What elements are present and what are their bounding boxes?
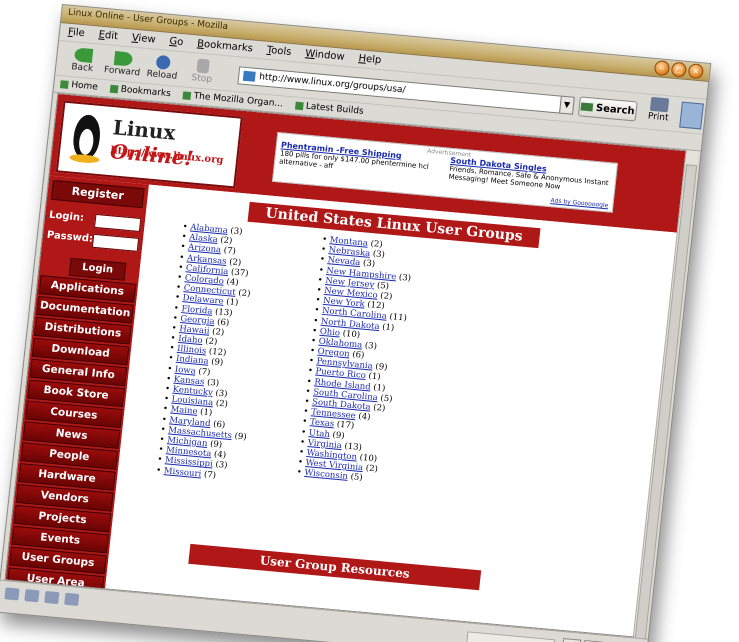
login-button[interactable]: Login [68, 257, 127, 281]
search-label: Search [595, 102, 636, 117]
ads-by-link[interactable]: Ads by Goooooogle [550, 197, 608, 209]
menu-view[interactable]: View [131, 33, 156, 46]
state-link[interactable]: Wisconsin [304, 468, 348, 482]
menu-window[interactable]: Window [305, 48, 345, 63]
status-indicators [561, 638, 624, 642]
state-group-count: (2) [237, 288, 251, 300]
login-label: Login: [48, 209, 85, 224]
state-group-count: (5) [349, 472, 364, 484]
state-group-count: (4) [357, 411, 371, 423]
minimize-button[interactable]: – [653, 60, 671, 77]
bookmarks-icon [109, 84, 119, 94]
ad-1[interactable]: Phentramin -Free Shipping 180 pills for … [279, 140, 441, 179]
menu-file[interactable]: File [67, 27, 85, 39]
print-label: Print [647, 111, 669, 124]
state-group-count: (2) [365, 463, 379, 475]
back-arrow-icon [73, 46, 94, 63]
search-icon [580, 102, 594, 112]
link-icon [182, 91, 192, 101]
resources-heading: User Group Resources [188, 543, 482, 591]
reload-icon [155, 54, 172, 70]
printer-icon [649, 96, 670, 113]
menu-tools[interactable]: Tools [266, 45, 292, 58]
screenshot-stage: Linux Online - User Groups - Mozilla – □… [0, 0, 739, 642]
stop-icon [196, 58, 210, 74]
url-text: http://www.linux.org/groups/usa/ [258, 72, 407, 96]
bookmark-bookmarks-label: Bookmarks [120, 84, 172, 100]
state-group-count: (3) [398, 272, 412, 284]
navigator-icon[interactable] [4, 587, 20, 601]
register-button[interactable]: Register [50, 179, 145, 209]
composer-icon[interactable] [44, 590, 60, 605]
back-label: Back [70, 61, 94, 74]
menu-go[interactable]: Go [169, 36, 184, 48]
forward-button[interactable]: Forward [102, 50, 145, 78]
login-input[interactable] [94, 213, 142, 232]
state-group-count: (7) [203, 469, 217, 481]
ad-2[interactable]: South Dakota Singles Friends, Romance. S… [448, 156, 610, 195]
progress-bar [466, 631, 556, 642]
reload-button[interactable]: Reload [141, 53, 184, 81]
link-icon [294, 101, 304, 111]
state-group-count: (2) [215, 398, 229, 410]
online-status-icon[interactable] [561, 638, 582, 642]
reload-label: Reload [146, 68, 178, 82]
component-bar [4, 587, 80, 606]
state-group-count: (3) [364, 340, 378, 352]
bookmark-bookmarks[interactable]: Bookmarks [109, 84, 171, 99]
tux-penguin-icon [67, 109, 106, 165]
state-group-count: (2) [372, 402, 386, 414]
back-button[interactable]: Back [62, 46, 105, 74]
bookmark-home[interactable]: Home [59, 79, 99, 93]
state-group-count: (1) [381, 321, 395, 333]
home-icon [59, 80, 69, 89]
passwd-label: Passwd: [46, 229, 94, 245]
url-history-dropdown[interactable]: ▼ [559, 95, 575, 115]
search-button[interactable]: Search [577, 96, 638, 122]
throbber-icon[interactable] [679, 101, 704, 130]
mail-icon[interactable] [24, 589, 40, 603]
maximize-button[interactable]: □ [670, 61, 688, 78]
forward-arrow-icon [113, 50, 134, 67]
main-content: United States Linux User Groups Alabama … [105, 184, 677, 637]
stop-label: Stop [191, 72, 213, 85]
bookmark-home-label: Home [70, 80, 99, 93]
site-logo[interactable]: Linux Online! http://www.linux.org [55, 100, 243, 189]
forward-label: Forward [103, 64, 141, 78]
passwd-input[interactable] [91, 233, 140, 252]
state-link[interactable]: Missouri [163, 466, 201, 479]
page-icon [242, 70, 256, 82]
window-controls: – □ × [653, 60, 705, 80]
state-group-count: (9) [234, 431, 248, 443]
page-content: Linux Online! http://www.linux.org Adver… [4, 92, 687, 638]
states-list-2: Montana (2)Nebraska (3)Nevada (3)New Ham… [296, 235, 415, 487]
bookmark-latest-label: Latest Builds [305, 101, 365, 117]
address-book-icon[interactable] [64, 592, 80, 606]
states-list-1: Alabama (3)Alaska (2)Arizona (7)Arkansas… [156, 222, 269, 483]
browser-window: Linux Online - User Groups - Mozilla – □… [0, 4, 712, 642]
menu-edit[interactable]: Edit [98, 29, 118, 42]
menu-help[interactable]: Help [358, 53, 382, 66]
close-button[interactable]: × [687, 63, 705, 80]
print-button[interactable]: Print [642, 96, 677, 124]
bookmark-latest-builds[interactable]: Latest Builds [294, 101, 364, 117]
state-group-count: (3) [214, 460, 228, 472]
state-group-count: (9) [210, 357, 224, 369]
menu-bookmarks[interactable]: Bookmarks [197, 38, 254, 54]
stop-button[interactable]: Stop [181, 57, 224, 85]
